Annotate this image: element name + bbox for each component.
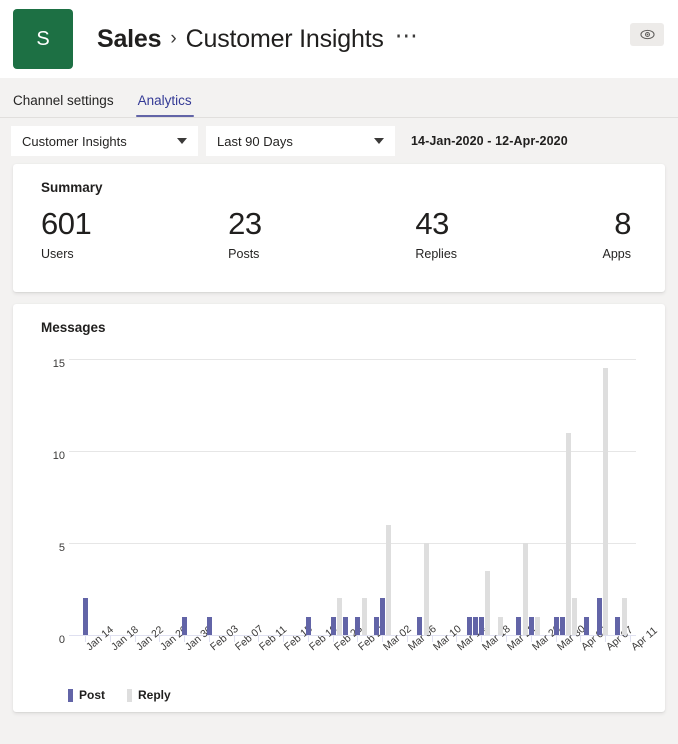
kpi-users: 601 Users <box>41 205 228 261</box>
chart-bar-post[interactable] <box>417 616 423 635</box>
chart-y-tick-label: 15 <box>52 358 65 370</box>
chart-bar-reply[interactable] <box>534 616 540 635</box>
team-name[interactable]: Sales <box>97 25 162 54</box>
tab-bar: Channel settings Analytics <box>0 78 678 118</box>
chart-bar-post[interactable] <box>596 598 602 635</box>
legend-item-post[interactable]: Post <box>68 688 105 702</box>
breadcrumb-separator-icon: › <box>170 28 177 49</box>
period-select[interactable]: Last 90 Days <box>206 126 395 156</box>
legend-label-reply: Reply <box>138 688 171 702</box>
chart-bar-post[interactable] <box>206 616 212 635</box>
filter-bar: Customer Insights Last 90 Days 14-Jan-20… <box>0 118 678 164</box>
legend-item-reply[interactable]: Reply <box>127 688 171 702</box>
chart-bar-post[interactable] <box>479 616 485 635</box>
kpi-users-label: Users <box>41 247 74 261</box>
chart-bar-reply[interactable] <box>423 543 429 635</box>
chart-y-tick-label: 10 <box>52 450 65 462</box>
team-avatar-initial: S <box>36 27 50 50</box>
legend-label-post: Post <box>79 688 106 702</box>
team-avatar: S <box>13 9 73 69</box>
kpi-posts-label: Posts <box>228 247 260 261</box>
chart-x-tick-label: Feb 03 <box>207 622 241 654</box>
chart-gridline <box>69 451 636 452</box>
legend-swatch-reply <box>127 688 133 702</box>
kpi-apps-value: 8 <box>614 206 632 241</box>
kpi-posts-value: 23 <box>228 206 262 241</box>
summary-title: Summary <box>41 180 103 195</box>
chart-bar-post[interactable] <box>305 616 311 635</box>
chart-bar-post[interactable] <box>584 616 590 635</box>
chart-bar-post[interactable] <box>615 616 621 635</box>
chart-bar-reply[interactable] <box>603 368 609 635</box>
chart-bar-post[interactable] <box>559 616 565 635</box>
chart-gridline <box>69 359 636 360</box>
chart-y-tick-label: 5 <box>58 542 65 554</box>
chart-bar-reply[interactable] <box>621 598 627 635</box>
chart-bar-reply[interactable] <box>336 598 342 635</box>
chart-bar-reply[interactable] <box>386 524 392 635</box>
messages-chart[interactable]: 0 5 10 15 Jan 14 Jan 18 Jan 22 Jan 26 Jan 30 Feb … <box>13 349 665 653</box>
tab-analytics[interactable]: Analytics <box>135 93 194 117</box>
chart-gridline <box>69 543 636 544</box>
chart-bar-reply[interactable] <box>361 598 367 635</box>
chart-bar-post[interactable] <box>83 598 88 635</box>
kpi-posts: 23 Posts <box>228 205 415 261</box>
chart-bar-post[interactable] <box>373 616 379 635</box>
channel-select-value: Customer Insights <box>22 133 127 149</box>
kpi-apps: 8 Apps <box>603 205 632 261</box>
kpi-list: 601 Users 23 Posts 43 Replies 8 Apps <box>13 195 665 261</box>
chart-bar-post[interactable] <box>553 616 559 635</box>
chart-bar-post[interactable] <box>330 616 336 635</box>
chart-bar-post[interactable] <box>343 616 349 635</box>
channel-select[interactable]: Customer Insights <box>11 126 198 156</box>
legend-swatch-post <box>68 688 73 702</box>
page-header: S Sales › Customer Insights ⋯ <box>0 0 678 78</box>
kpi-apps-label: Apps <box>602 247 632 261</box>
date-range-label: 14-Jan-2020 - 12-Apr-2020 <box>411 134 568 148</box>
chart-plot-area: 0 5 10 15 Jan 14 Jan 18 Jan 22 Jan 26 Jan 30 Feb … <box>13 349 678 653</box>
kpi-users-value: 601 <box>41 206 92 241</box>
chart-bar-reply[interactable] <box>565 432 571 635</box>
chart-x-tick-label: Jan 18 <box>108 623 141 654</box>
tab-channel-settings[interactable]: Channel settings <box>11 93 116 117</box>
chart-bar-post[interactable] <box>528 616 534 635</box>
chevron-down-icon <box>374 138 384 144</box>
channel-name[interactable]: Customer Insights <box>186 25 384 54</box>
chart-y-tick-label: 0 <box>58 634 65 646</box>
kpi-replies-value: 43 <box>415 206 449 241</box>
chart-x-tick <box>134 635 136 642</box>
chart-x-tick <box>555 635 557 642</box>
messages-chart-card: Messages 0 5 10 15 Jan 14 Jan 18 Jan 22 Jan 26 J… <box>13 304 665 712</box>
eye-icon[interactable] <box>630 23 664 46</box>
kpi-replies-label: Replies <box>415 247 458 261</box>
chart-bar-post[interactable] <box>380 598 386 635</box>
messages-title: Messages <box>41 320 106 335</box>
period-select-value: Last 90 Days <box>217 133 293 149</box>
chart-bar-post[interactable] <box>355 616 361 635</box>
chart-bar-reply[interactable] <box>522 543 528 635</box>
chart-bar-reply[interactable] <box>572 598 578 635</box>
chart-legend: Post Reply <box>68 688 171 702</box>
chart-bar-post[interactable] <box>516 616 522 635</box>
chart-bar-post[interactable] <box>466 616 472 635</box>
tab-channel-settings-label: Channel settings <box>13 93 114 108</box>
tab-analytics-label: Analytics <box>137 93 192 108</box>
chart-bar-post[interactable] <box>182 616 188 635</box>
kpi-replies: 43 Replies <box>415 205 602 261</box>
chevron-down-icon <box>177 138 187 144</box>
chart-bar-post[interactable] <box>473 616 479 635</box>
summary-card: Summary 601 Users 23 Posts 43 Replies 8 … <box>13 164 665 292</box>
chart-x-tick-label: Jan 14 <box>84 623 116 654</box>
breadcrumb: Sales › Customer Insights ⋯ <box>97 23 418 54</box>
chart-x-tick <box>233 635 235 642</box>
more-options-icon[interactable]: ⋯ <box>395 23 418 50</box>
chart-bar-reply[interactable] <box>497 616 503 635</box>
chart-bar-reply[interactable] <box>485 570 491 635</box>
chart-x-tick-label: Apr 11 <box>628 624 660 654</box>
